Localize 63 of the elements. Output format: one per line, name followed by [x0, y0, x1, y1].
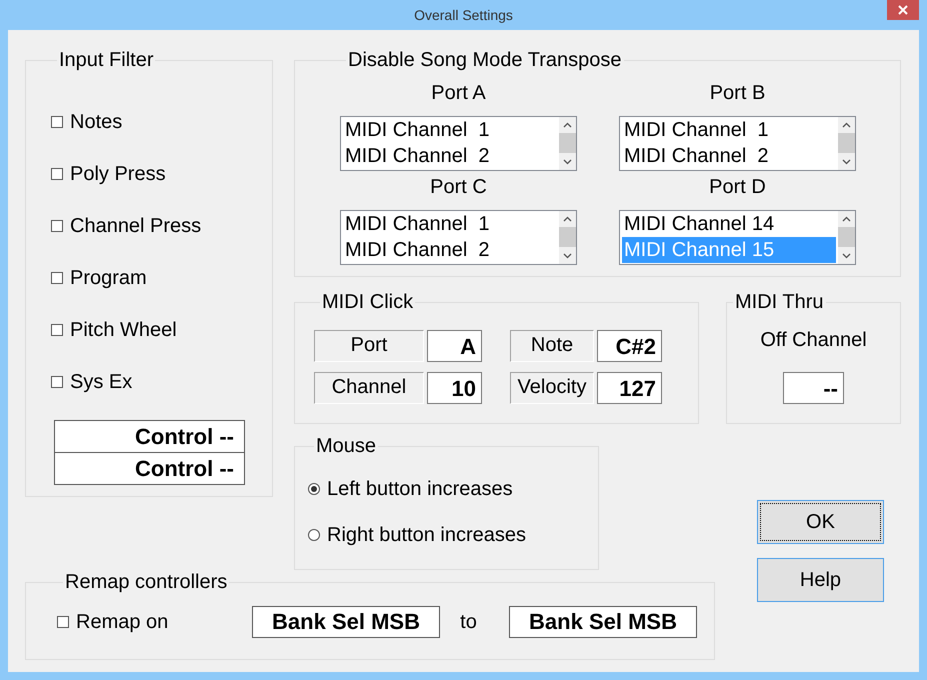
field-label: Channel — [314, 372, 424, 404]
scrollbar[interactable] — [559, 117, 576, 170]
list-item[interactable]: MIDI Channel 14 — [622, 211, 836, 237]
value-field[interactable]: C#2 — [597, 330, 662, 362]
group-title: Input Filter — [58, 48, 154, 72]
checkbox-label[interactable]: Pitch Wheel — [70, 318, 177, 342]
group-title: Disable Song Mode Transpose — [347, 48, 622, 72]
list-item[interactable]: MIDI Channel 1 — [343, 211, 557, 237]
scrollbar[interactable] — [838, 117, 855, 170]
port-label: Port B — [708, 81, 766, 105]
scroll-thumb[interactable] — [559, 133, 576, 153]
value-field[interactable]: 127 — [597, 372, 662, 404]
list-item[interactable]: MIDI Channel 2 — [622, 143, 836, 169]
checkbox-label[interactable]: Remap on — [76, 610, 168, 634]
checkbox-label[interactable]: Notes — [70, 110, 122, 134]
checkbox[interactable] — [57, 616, 69, 628]
controller-field[interactable]: Bank Sel MSB — [252, 606, 440, 638]
value-field[interactable]: A — [427, 330, 482, 362]
radio-button[interactable] — [308, 483, 320, 495]
list-item[interactable]: MIDI Channel 1 — [622, 117, 836, 143]
checkbox-label[interactable]: Sys Ex — [70, 370, 132, 394]
window-title: Overall Settings — [414, 7, 513, 23]
list-item[interactable]: MIDI Channel 2 — [343, 237, 557, 263]
list-item[interactable]: MIDI Channel 1 — [343, 117, 557, 143]
value-field[interactable]: 10 — [427, 372, 482, 404]
field-label: Port — [314, 330, 424, 362]
value-field[interactable]: -- — [783, 372, 844, 404]
scroll-thumb[interactable] — [559, 227, 576, 247]
scroll-thumb[interactable] — [838, 227, 855, 247]
radio-button[interactable] — [308, 529, 320, 541]
port-label: Port A — [430, 81, 487, 105]
group-title: Mouse — [315, 434, 378, 458]
control-value[interactable]: Control -- — [55, 452, 244, 484]
scrollbar[interactable] — [559, 211, 576, 264]
field-label: Off Channel — [760, 328, 867, 352]
checkbox[interactable] — [51, 220, 63, 232]
checkbox-label[interactable]: Channel Press — [70, 214, 202, 238]
checkbox[interactable] — [51, 116, 63, 128]
help-button[interactable]: Help — [757, 558, 884, 602]
radio-label[interactable]: Left button increases — [327, 478, 513, 500]
checkbox[interactable] — [51, 324, 63, 336]
checkbox[interactable] — [51, 272, 63, 284]
scroll-thumb[interactable] — [838, 133, 855, 153]
group-title: MIDI Thru — [734, 290, 825, 314]
checkbox-label[interactable]: Poly Press — [70, 162, 166, 186]
port-label: Port C — [429, 175, 488, 199]
list-item[interactable]: MIDI Channel 2 — [343, 143, 557, 169]
control-value[interactable]: Control -- — [55, 421, 244, 452]
scrollbar[interactable] — [838, 211, 855, 264]
connector-label: to — [459, 610, 478, 634]
controller-field[interactable]: Bank Sel MSB — [509, 606, 697, 638]
close-button[interactable] — [887, 0, 919, 20]
checkbox-label[interactable]: Program — [70, 266, 147, 290]
checkbox[interactable] — [51, 168, 63, 180]
field-label: Velocity — [510, 372, 594, 404]
field-label: Note — [510, 330, 594, 362]
checkbox[interactable] — [51, 376, 63, 388]
group-title: Remap controllers — [64, 570, 228, 594]
port-label: Port D — [708, 175, 767, 199]
ok-button[interactable]: OK — [757, 500, 884, 544]
radio-label[interactable]: Right button increases — [327, 524, 526, 546]
group-title: MIDI Click — [321, 290, 414, 314]
close-icon — [898, 5, 908, 15]
